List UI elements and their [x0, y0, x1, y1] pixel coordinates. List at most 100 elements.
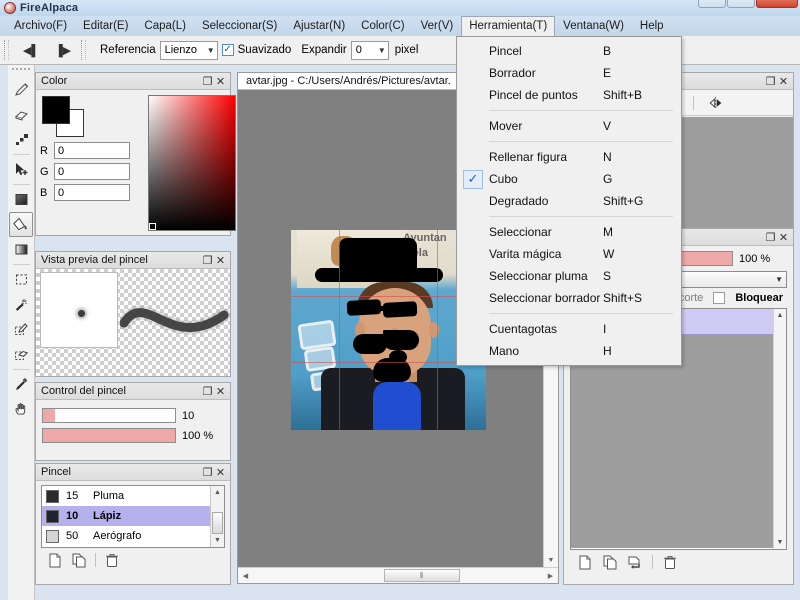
- menu-editar[interactable]: Editar(E): [75, 16, 136, 36]
- scroll-down-icon[interactable]: ▼: [544, 553, 558, 567]
- foreground-color-swatch[interactable]: [42, 96, 70, 124]
- menu-item-pincel[interactable]: Pincel B: [457, 40, 681, 62]
- fill-shape-tool[interactable]: [9, 187, 33, 212]
- brush-list-item[interactable]: 50 Aerógrafo: [42, 526, 224, 546]
- merge-layer-button[interactable]: [627, 554, 643, 570]
- sv-handle[interactable]: [149, 223, 156, 230]
- scroll-up-icon[interactable]: ▲: [774, 309, 786, 322]
- move-tool[interactable]: [9, 157, 33, 182]
- menu-item-pincel-de-puntos[interactable]: Pincel de puntos Shift+B: [457, 84, 681, 106]
- blue-input[interactable]: [54, 184, 130, 201]
- canvas-horizontal-scrollbar[interactable]: ◀ ⦀ ▶: [238, 567, 558, 583]
- duplicate-brush-button[interactable]: [71, 552, 87, 568]
- close-icon[interactable]: ✕: [777, 231, 790, 244]
- prev-button[interactable]: ◀▌: [17, 40, 45, 60]
- menu-color[interactable]: Color(C): [353, 16, 412, 36]
- close-icon[interactable]: ✕: [214, 466, 227, 479]
- scroll-left-icon[interactable]: ◀: [238, 568, 253, 583]
- duplicate-layer-button[interactable]: [602, 554, 618, 570]
- close-button[interactable]: [756, 0, 798, 8]
- menu-item-cuentagotas[interactable]: Cuentagotas I: [457, 318, 681, 340]
- eyedropper-tool[interactable]: [9, 372, 33, 397]
- brush-list-item[interactable]: 15 Pluma: [42, 486, 224, 506]
- menu-capa[interactable]: Capa(L): [136, 16, 194, 36]
- magic-wand-tool[interactable]: [9, 292, 33, 317]
- brush-list-item[interactable]: 10 Lápiz: [42, 506, 224, 526]
- close-icon[interactable]: ✕: [214, 75, 227, 88]
- menu-item-mano[interactable]: Mano H: [457, 340, 681, 362]
- menu-item-rellenar-figura[interactable]: Rellenar figura N: [457, 146, 681, 168]
- layer-list-scrollbar[interactable]: ▲ ▼: [773, 309, 786, 549]
- select-tool[interactable]: [9, 267, 33, 292]
- saturation-value-field[interactable]: [148, 95, 236, 231]
- menu-archivo[interactable]: Archivo(F): [6, 16, 75, 36]
- firealpaca-window: FireAlpaca Archivo(F) Editar(E) Capa(L) …: [0, 0, 800, 600]
- scroll-up-icon[interactable]: ▲: [211, 486, 224, 499]
- menu-item-seleccionar-pluma[interactable]: Seleccionar pluma S: [457, 265, 681, 287]
- brush-list[interactable]: 15 Pluma 10 Lápiz 50 Aerógrafo ▲ ▼: [41, 485, 225, 548]
- float-icon[interactable]: ❐: [764, 231, 777, 244]
- gradient-tool[interactable]: [9, 237, 33, 262]
- menu-item-cubo[interactable]: ✓ Cubo G: [457, 168, 681, 190]
- scrollbar-thumb[interactable]: ⦀: [384, 569, 460, 582]
- minimize-button[interactable]: [698, 0, 726, 8]
- brush-panel-body: 15 Pluma 10 Lápiz 50 Aerógrafo ▲ ▼: [36, 481, 230, 576]
- float-icon[interactable]: ❐: [201, 75, 214, 88]
- next-button[interactable]: ▐▶: [49, 40, 77, 60]
- float-icon[interactable]: ❐: [201, 466, 214, 479]
- brush-opacity-slider[interactable]: [42, 428, 176, 443]
- float-icon[interactable]: ❐: [201, 385, 214, 398]
- menu-ajustar[interactable]: Ajustar(N): [285, 16, 353, 36]
- float-icon[interactable]: ❐: [764, 75, 777, 88]
- color-panel-header[interactable]: Color ❐ ✕: [36, 73, 230, 90]
- hand-tool[interactable]: [9, 397, 33, 422]
- menu-item-seleccionar-borrador[interactable]: Seleccionar borrador Shift+S: [457, 287, 681, 309]
- scroll-right-icon[interactable]: ▶: [543, 568, 558, 583]
- toolbox-grip[interactable]: [12, 68, 30, 74]
- option-grip[interactable]: [81, 40, 86, 60]
- select-pen-tool[interactable]: [9, 317, 33, 342]
- brush-control-header[interactable]: Control del pincel ❐ ✕: [36, 383, 230, 400]
- menu-ventana[interactable]: Ventana(W): [555, 16, 632, 36]
- select-eraser-tool[interactable]: [9, 342, 33, 367]
- close-icon[interactable]: ✕: [214, 385, 227, 398]
- antialias-checkbox[interactable]: ✓ Suavizado: [222, 44, 292, 56]
- expand-select[interactable]: 0 ▼: [351, 41, 389, 60]
- brush-panel-header[interactable]: Pincel ❐ ✕: [36, 464, 230, 481]
- scroll-down-icon[interactable]: ▼: [211, 534, 224, 547]
- menu-item-seleccionar[interactable]: Seleccionar M: [457, 221, 681, 243]
- color-swatches[interactable]: [42, 96, 88, 138]
- red-input[interactable]: [54, 142, 130, 159]
- new-layer-button[interactable]: [577, 554, 593, 570]
- toolbar-grip[interactable]: [4, 40, 9, 60]
- close-icon[interactable]: ✕: [777, 75, 790, 88]
- menu-seleccionar[interactable]: Seleccionar(S): [194, 16, 285, 36]
- delete-layer-button[interactable]: [662, 554, 678, 570]
- menu-item-mover[interactable]: Mover V: [457, 115, 681, 137]
- menu-herramienta[interactable]: Herramienta(T): [461, 16, 555, 36]
- dot-brush-tool[interactable]: [9, 127, 33, 152]
- close-icon[interactable]: ✕: [214, 254, 227, 267]
- lock-checkbox[interactable]: [713, 292, 725, 304]
- new-brush-button[interactable]: [47, 552, 63, 568]
- reference-select[interactable]: Lienzo ▼: [160, 41, 218, 60]
- menu-ver[interactable]: Ver(V): [413, 16, 462, 36]
- scroll-down-icon[interactable]: ▼: [774, 536, 786, 549]
- scrollbar-thumb[interactable]: [212, 512, 223, 534]
- menu-help[interactable]: Help: [632, 16, 672, 36]
- flip-button[interactable]: [708, 95, 724, 111]
- bucket-tool[interactable]: [9, 212, 33, 237]
- float-icon[interactable]: ❐: [201, 254, 214, 267]
- menu-item-degradado[interactable]: Degradado Shift+G: [457, 190, 681, 212]
- maximize-button[interactable]: [727, 0, 755, 8]
- menu-item-varita-magica[interactable]: Varita mágica W: [457, 243, 681, 265]
- delete-brush-button[interactable]: [104, 552, 120, 568]
- brush-name: Aerógrafo: [93, 530, 141, 542]
- brush-list-scrollbar[interactable]: ▲ ▼: [210, 486, 224, 547]
- menu-item-borrador[interactable]: Borrador E: [457, 62, 681, 84]
- brush-size-slider[interactable]: [42, 408, 176, 423]
- green-input[interactable]: [54, 163, 130, 180]
- brush-preview-header[interactable]: Vista previa del pincel ❐ ✕: [36, 252, 230, 269]
- eraser-tool[interactable]: [9, 102, 33, 127]
- pencil-tool[interactable]: [9, 77, 33, 102]
